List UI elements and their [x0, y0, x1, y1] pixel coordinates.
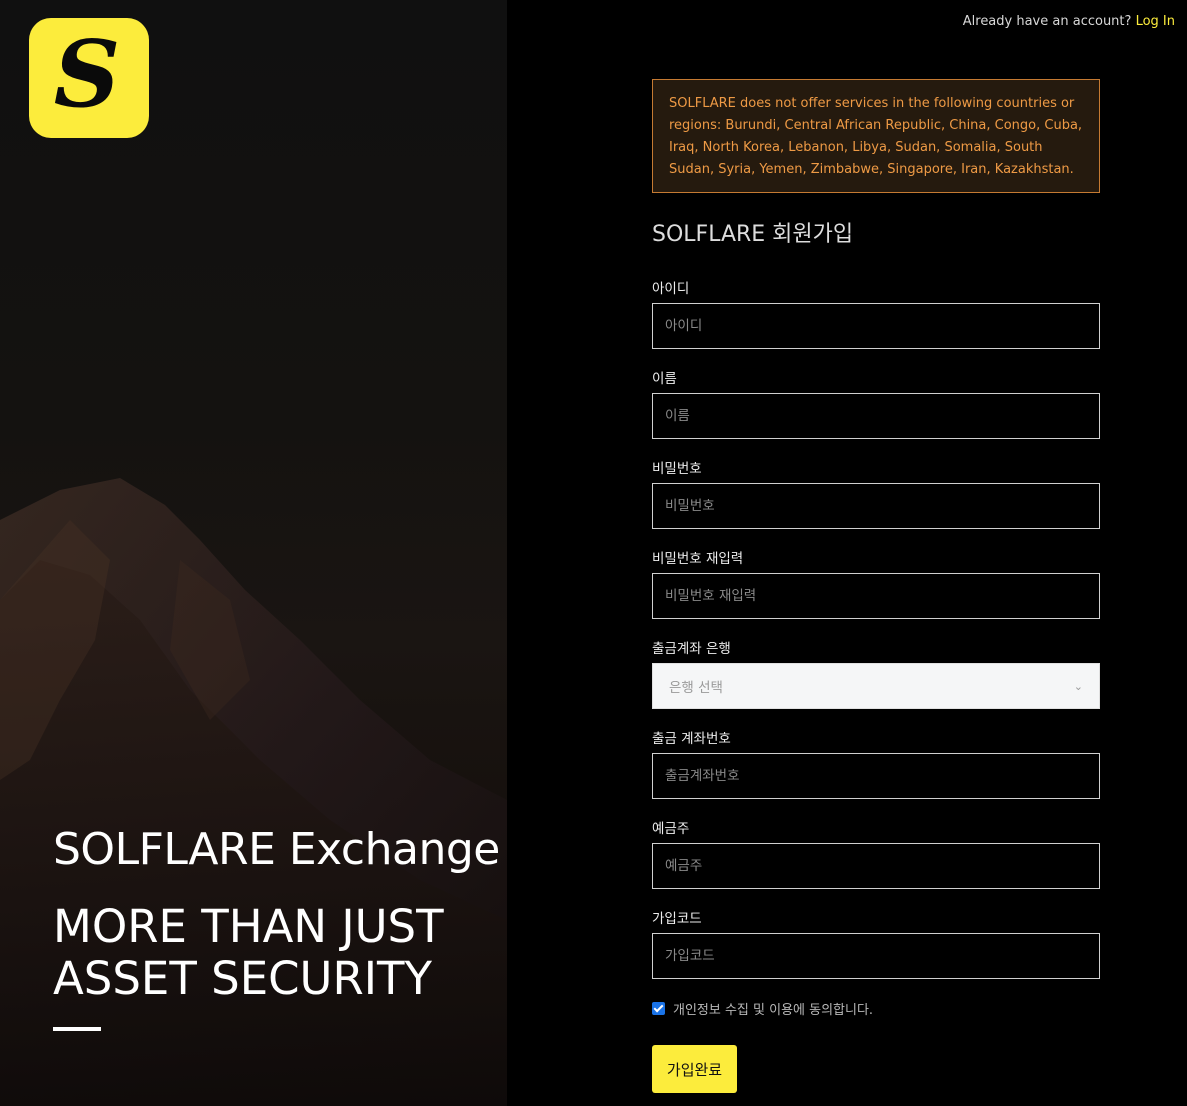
password-confirm-label: 비밀번호 재입력 — [652, 551, 744, 567]
form-title: SOLFLARE 회원가입 — [652, 222, 854, 247]
hero-tagline-line2: ASSET SECURITY — [53, 952, 433, 1005]
solflare-s-logo-icon: S — [53, 20, 121, 128]
submit-signup-button[interactable]: 가입완료 — [652, 1045, 737, 1093]
signup-panel: Already have an account? Log In SOLFLARE… — [507, 0, 1187, 1106]
login-prompt-text: Already have an account? — [962, 14, 1132, 29]
signup-page: S SOLFLARE Exchange MORE THAN JUST ASSET… — [0, 0, 1187, 1106]
hero-divider — [53, 1027, 101, 1031]
signup-code-input[interactable] — [652, 933, 1100, 979]
hero-tagline: MORE THAN JUST ASSET SECURITY — [53, 901, 493, 1005]
hero-panel: S SOLFLARE Exchange MORE THAN JUST ASSET… — [0, 0, 507, 1106]
login-link[interactable]: Log In — [1136, 14, 1175, 29]
password-input[interactable] — [652, 483, 1100, 529]
hero-tagline-line1: MORE THAN JUST — [53, 900, 444, 953]
solflare-logo[interactable]: S — [29, 18, 149, 138]
chevron-down-icon: ⌄ — [1073, 679, 1083, 693]
privacy-agree-checkbox[interactable] — [652, 1002, 665, 1015]
userid-input[interactable] — [652, 303, 1100, 349]
account-holder-input[interactable] — [652, 843, 1100, 889]
account-number-label: 출금 계좌번호 — [652, 731, 731, 747]
privacy-agree-label: 개인정보 수집 및 이용에 동의합니다. — [673, 1003, 874, 1018]
name-label: 이름 — [652, 371, 677, 387]
userid-label: 아이디 — [652, 281, 690, 297]
account-holder-label: 예금주 — [652, 821, 690, 837]
bank-select-value: 은행 선택 — [669, 680, 723, 696]
bank-label: 출금계좌 은행 — [652, 641, 731, 657]
name-input[interactable] — [652, 393, 1100, 439]
password-label: 비밀번호 — [652, 461, 702, 477]
region-restriction-notice: SOLFLARE does not offer services in the … — [652, 79, 1100, 193]
login-prompt-row: Already have an account? Log In — [963, 14, 1175, 29]
privacy-agreement: 개인정보 수집 및 이용에 동의합니다. — [652, 999, 873, 1018]
signup-code-label: 가입코드 — [652, 911, 702, 927]
account-number-input[interactable] — [652, 753, 1100, 799]
password-confirm-input[interactable] — [652, 573, 1100, 619]
hero-title: SOLFLARE Exchange — [53, 824, 500, 875]
bank-select[interactable]: 은행 선택 ⌄ — [652, 663, 1100, 709]
